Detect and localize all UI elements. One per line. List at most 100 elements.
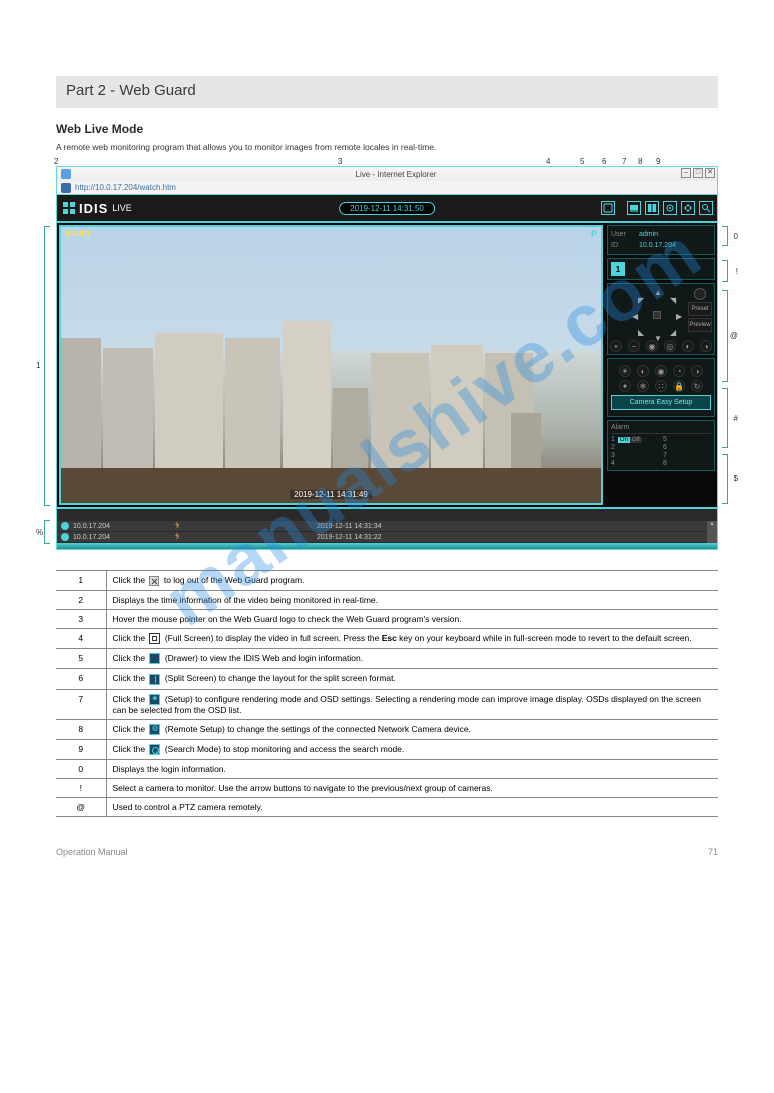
- event-row[interactable]: 10.0.17.204 🏃 2019-12-11 14:31:22: [57, 532, 717, 543]
- ptz-right[interactable]: ▶: [676, 312, 682, 321]
- osd-timestamp: 2019-12-11 14:31:49: [290, 490, 372, 499]
- ptz-left[interactable]: ◀: [632, 312, 638, 321]
- table-row: @Used to control a PTZ camera remotely.: [56, 798, 718, 817]
- camera-1-button[interactable]: 1: [611, 262, 625, 276]
- ie-favicon: [61, 169, 71, 179]
- alarm-out-8[interactable]: 8: [663, 460, 711, 467]
- preset-button[interactable]: Preset: [688, 302, 712, 316]
- focus-near-button[interactable]: ◉: [646, 340, 658, 352]
- close-button[interactable]: ✕: [705, 168, 715, 178]
- footer-left: Operation Manual: [56, 847, 128, 857]
- alarm-out-6[interactable]: 6: [663, 444, 711, 451]
- zoom-out-button[interactable]: −: [628, 340, 640, 352]
- event-timestamp: 2019-12-11 14:31:34: [317, 523, 381, 530]
- search-mode-button[interactable]: [699, 201, 713, 215]
- split-button-1[interactable]: [645, 201, 659, 215]
- row-num: @: [56, 798, 106, 817]
- minimize-button[interactable]: ‒: [681, 168, 691, 178]
- row-text: Click the to log out of the Web Guard pr…: [106, 571, 718, 591]
- live-video-tile[interactable]: 4-4-4 1 P 2019-12-11 14:31:49: [59, 225, 603, 505]
- adjust-d-button[interactable]: 🔒: [673, 380, 685, 392]
- ptz-home[interactable]: [653, 311, 661, 319]
- section-title: Web Live Mode: [56, 122, 718, 136]
- ie-address-bar[interactable]: http://10.0.17.204/watch.htm: [57, 181, 717, 195]
- alarm-out-7[interactable]: 7: [663, 452, 711, 459]
- motion-icon: 🏃: [173, 533, 273, 541]
- zoom-in-button[interactable]: +: [610, 340, 622, 352]
- alarm-title: Alarm: [611, 424, 711, 434]
- ptz-down-right[interactable]: ◢: [670, 328, 676, 337]
- alarm-out-1[interactable]: 1OnOff: [611, 436, 659, 443]
- row-num: 1: [56, 571, 106, 591]
- alarm-out-3[interactable]: 3: [611, 452, 659, 459]
- info-icon: [61, 522, 69, 530]
- maximize-button[interactable]: □: [693, 168, 703, 178]
- ptz-up-left[interactable]: ◤: [638, 296, 644, 305]
- row-text: Click the (Remote Setup) to change the s…: [106, 719, 718, 739]
- row-num: 6: [56, 669, 106, 689]
- callout-2: 2: [54, 157, 58, 166]
- callout-4: 4: [546, 157, 550, 166]
- gear-icon: [665, 203, 675, 213]
- brightness-button[interactable]: ☀: [619, 365, 631, 377]
- logo-icon: [63, 202, 75, 214]
- event-row[interactable]: 10.0.17.204 🏃 2019-12-11 14:31:34: [57, 521, 717, 532]
- drawer-button[interactable]: [627, 201, 641, 215]
- reset-button[interactable]: ↻: [691, 380, 703, 392]
- mode-label: LIVE: [112, 203, 132, 213]
- sharpness-button[interactable]: ◑: [691, 365, 703, 377]
- preview-button[interactable]: Preview: [688, 318, 712, 332]
- row-num: 8: [56, 719, 106, 739]
- hue-button[interactable]: ◔: [673, 365, 685, 377]
- remote-setup-button[interactable]: [681, 201, 695, 215]
- contrast-button[interactable]: ◐: [637, 365, 649, 377]
- callout-8: 8: [638, 157, 642, 166]
- search-icon: [701, 203, 711, 213]
- ptz-down-left[interactable]: ◣: [638, 328, 644, 337]
- alarm-out-4[interactable]: 4: [611, 460, 659, 467]
- osd-camera-label: 4-4-4 1: [65, 229, 90, 238]
- event-scroll-up[interactable]: [707, 521, 717, 543]
- browser-window: Live - Internet Explorer ‒ □ ✕ http://10…: [56, 166, 718, 550]
- callout-7: 7: [622, 157, 626, 166]
- callout-at: @: [730, 331, 738, 340]
- callout-6: 6: [602, 157, 606, 166]
- figure-wrap: manualshive.com 2 3 4 5 6 7 8 9 1 0 ! @ …: [56, 166, 718, 550]
- callout-3: 3: [338, 157, 342, 166]
- camera-easy-setup-button[interactable]: Camera Easy Setup: [611, 395, 711, 410]
- doc-header: Part 2 - Web Guard: [56, 76, 718, 108]
- search-icon: [149, 744, 160, 755]
- row-text: Displays the time information of the vid…: [106, 590, 718, 609]
- table-row: 3Hover the mouse pointer on the Web Guar…: [56, 609, 718, 628]
- fullscreen-button[interactable]: [601, 201, 615, 215]
- ptz-extra-icon[interactable]: [694, 288, 706, 300]
- focus-far-button[interactable]: ◎: [664, 340, 676, 352]
- callout-ex: !: [736, 267, 738, 276]
- ie-titlebar: Live - Internet Explorer ‒ □ ✕: [57, 167, 717, 181]
- ptz-up-right[interactable]: ◥: [670, 296, 676, 305]
- table-row: 7Click the (Setup) to configure renderin…: [56, 689, 718, 719]
- setup-button[interactable]: [663, 201, 677, 215]
- section-desc: A remote web monitoring program that all…: [56, 142, 718, 152]
- bottom-edge: [57, 543, 717, 549]
- row-text: Used to control a PTZ camera remotely.: [106, 798, 718, 817]
- user-label: User: [611, 229, 639, 240]
- row-num: 7: [56, 689, 106, 719]
- ptz-up[interactable]: ▲: [654, 288, 662, 297]
- adjust-c-button[interactable]: ∷: [655, 380, 667, 392]
- app-toolbar: IDIS LIVE 2019-12-11 14:31:50: [57, 195, 717, 221]
- row-num: 4: [56, 628, 106, 648]
- adjust-a-button[interactable]: ✦: [619, 380, 631, 392]
- alarm-out-2[interactable]: 2: [611, 444, 659, 451]
- iris-close-button[interactable]: ◑: [700, 340, 712, 352]
- iris-open-button[interactable]: ◐: [682, 340, 694, 352]
- fullscreen-icon: [603, 203, 613, 213]
- drawer-icon: [629, 203, 639, 213]
- table-row: 8Click the (Remote Setup) to change the …: [56, 719, 718, 739]
- table-row: 4Click the (Full Screen) to display the …: [56, 628, 718, 648]
- event-timestamp: 2019-12-11 14:31:22: [317, 534, 381, 541]
- saturation-button[interactable]: ◉: [655, 365, 667, 377]
- adjust-b-button[interactable]: ❄: [637, 380, 649, 392]
- event-ip: 10.0.17.204: [73, 534, 173, 541]
- alarm-out-5[interactable]: 5: [663, 436, 711, 443]
